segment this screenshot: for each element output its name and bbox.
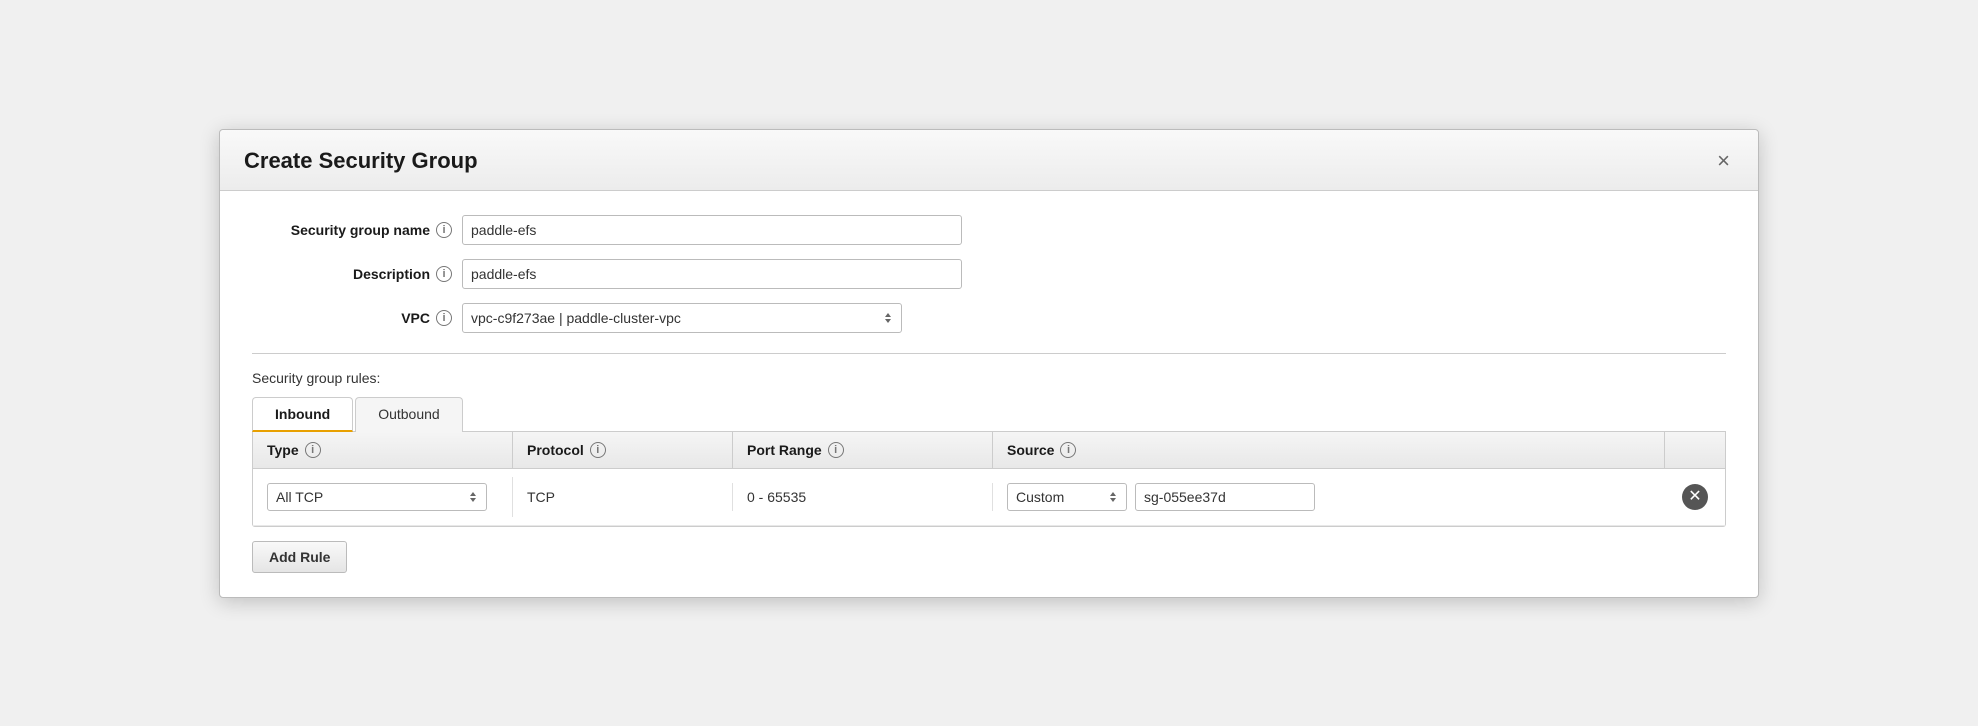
protocol-col-info-icon: i (590, 442, 606, 458)
port-range-col-info-icon: i (828, 442, 844, 458)
name-label: Security group name i (252, 222, 452, 238)
description-input[interactable] (462, 259, 962, 289)
name-input[interactable] (462, 215, 962, 245)
delete-row-button[interactable]: ✕ (1682, 484, 1708, 510)
source-value-input[interactable] (1135, 483, 1315, 511)
description-info-icon: i (436, 266, 452, 282)
cell-type: All TCP (253, 477, 513, 517)
close-button[interactable]: × (1713, 150, 1734, 172)
vpc-info-icon: i (436, 310, 452, 326)
add-rule-button[interactable]: Add Rule (252, 541, 347, 573)
dialog-header: Create Security Group × (220, 130, 1758, 191)
rules-section: Security group rules: Inbound Outbound T… (252, 370, 1726, 573)
dialog-body: Security group name i Description i VPC … (220, 191, 1758, 597)
col-actions (1665, 432, 1725, 468)
col-type: Type i (253, 432, 513, 468)
cell-source: Custom (993, 477, 1665, 517)
cell-delete: ✕ (1665, 478, 1725, 516)
vpc-row: VPC i vpc-c9f273ae | paddle-cluster-vpc (252, 303, 1726, 333)
vpc-select[interactable]: vpc-c9f273ae | paddle-cluster-vpc (462, 303, 902, 333)
rules-label: Security group rules: (252, 370, 1726, 386)
tab-outbound[interactable]: Outbound (355, 397, 463, 432)
cell-port-range: 0 - 65535 (733, 483, 993, 511)
source-type-select[interactable]: Custom (1007, 483, 1127, 511)
delete-icon: ✕ (1688, 489, 1701, 505)
rules-table: Type i Protocol i Port Range i Source i (252, 432, 1726, 527)
form-section: Security group name i Description i VPC … (252, 215, 1726, 333)
type-col-info-icon: i (305, 442, 321, 458)
type-select[interactable]: All TCP (267, 483, 487, 511)
table-row: All TCP TCP 0 - 65535 Custom (253, 469, 1725, 526)
tabs-container: Inbound Outbound (252, 396, 1726, 432)
col-port-range: Port Range i (733, 432, 993, 468)
tab-inbound[interactable]: Inbound (252, 397, 353, 432)
col-source: Source i (993, 432, 1665, 468)
dialog-title: Create Security Group (244, 148, 478, 174)
name-info-icon: i (436, 222, 452, 238)
description-label: Description i (252, 266, 452, 282)
col-protocol: Protocol i (513, 432, 733, 468)
name-row: Security group name i (252, 215, 1726, 245)
create-security-group-dialog: Create Security Group × Security group n… (219, 129, 1759, 598)
table-header: Type i Protocol i Port Range i Source i (253, 432, 1725, 469)
divider (252, 353, 1726, 354)
source-col-info-icon: i (1060, 442, 1076, 458)
description-row: Description i (252, 259, 1726, 289)
vpc-label: VPC i (252, 310, 452, 326)
cell-protocol: TCP (513, 483, 733, 511)
